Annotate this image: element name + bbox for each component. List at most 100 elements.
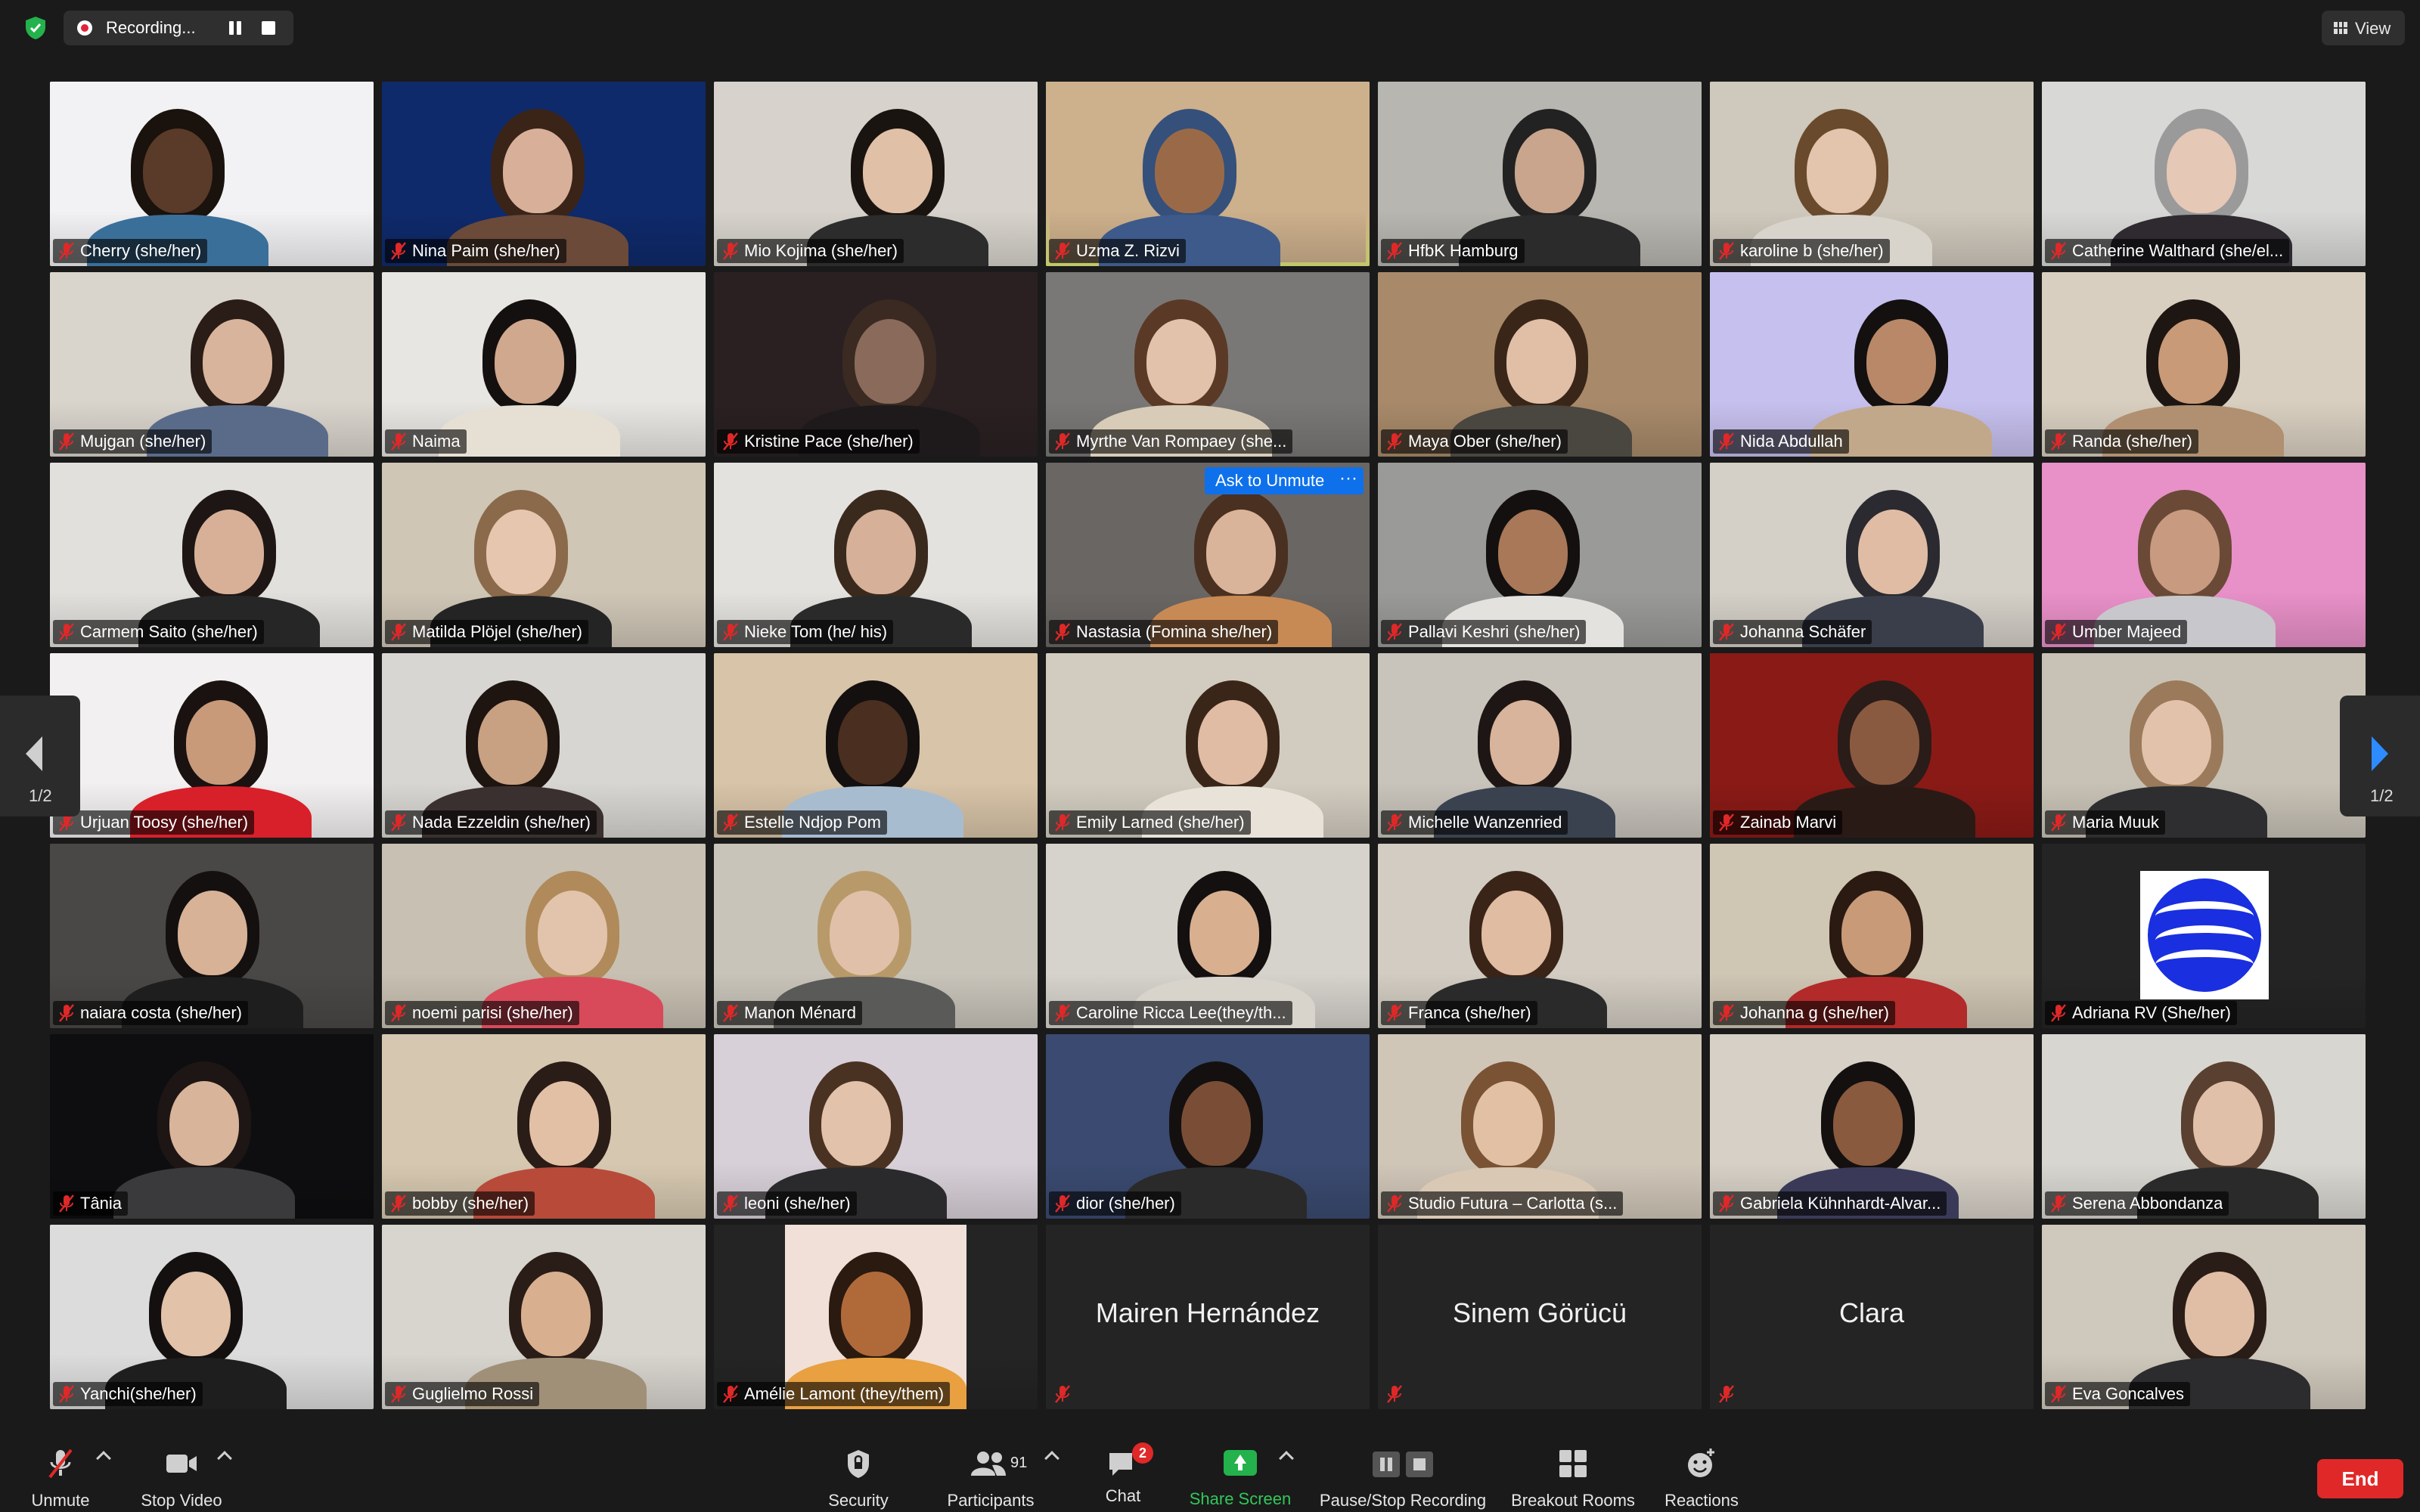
participant-name: Umber Majeed	[2072, 622, 2182, 641]
participant-tile[interactable]: Nina Paim (she/her)	[382, 82, 706, 266]
previous-page-button[interactable]: 1/2	[0, 696, 80, 816]
muted-microphone-icon	[1055, 1194, 1070, 1213]
reactions-button[interactable]: Reactions	[1656, 1447, 1747, 1510]
participant-tile[interactable]: Amélie Lamont (they/them)	[714, 1225, 1038, 1409]
breakout-rooms-button[interactable]: Breakout Rooms	[1505, 1447, 1641, 1510]
participant-face	[2142, 700, 2211, 785]
participant-tile[interactable]: Naima	[382, 272, 706, 457]
muted-microphone-icon	[59, 242, 74, 260]
participant-face	[863, 129, 932, 213]
participant-tile[interactable]: Nieke Tom (he/ his)	[714, 463, 1038, 647]
audio-options-chevron-icon[interactable]	[96, 1451, 111, 1466]
participant-tile[interactable]: Clara	[1710, 1225, 2034, 1409]
chat-button[interactable]: 2 Chat	[1089, 1442, 1157, 1506]
participant-name-tag: Myrthe Van Rompaey (she...	[1049, 429, 1293, 454]
participant-tile[interactable]: Johanna Schäfer	[1710, 463, 2034, 647]
participant-tile[interactable]: Matilda Plöjel (she/her)	[382, 463, 706, 647]
participant-name-tag: Umber Majeed	[2045, 620, 2188, 644]
participant-name: Catherine Walthard (she/el...	[2072, 241, 2284, 260]
participant-tile[interactable]: Sinem Görücü	[1378, 1225, 1702, 1409]
participant-name-tag: Maria Muuk	[2045, 810, 2165, 835]
participant-tile[interactable]: Mio Kojima (she/her)	[714, 82, 1038, 266]
participant-tile[interactable]: Maria Muuk	[2042, 653, 2366, 838]
participants-options-chevron-icon[interactable]	[1044, 1451, 1060, 1466]
pause-recording-icon[interactable]	[227, 20, 244, 36]
participant-tile[interactable]: Michelle Wanzenried	[1378, 653, 1702, 838]
encryption-shield-icon[interactable]	[23, 15, 48, 41]
participant-face	[1155, 129, 1224, 213]
participant-tile[interactable]: Franca (she/her)	[1378, 844, 1702, 1028]
participant-face	[1181, 1081, 1251, 1166]
participant-name: Franca (she/her)	[1408, 1003, 1531, 1022]
participant-name: Uzma Z. Rizvi	[1076, 241, 1180, 260]
participant-name-tag: Nida Abdullah	[1713, 429, 1849, 454]
participant-tile[interactable]: Maya Ober (she/her)	[1378, 272, 1702, 457]
muted-microphone-icon	[723, 432, 738, 451]
participant-tile[interactable]: HfbK Hamburg	[1378, 82, 1702, 266]
end-meeting-button[interactable]: End	[2317, 1459, 2403, 1498]
participant-face	[203, 319, 272, 404]
participant-tile[interactable]: Eva Goncalves	[2042, 1225, 2366, 1409]
participant-tile[interactable]: Umber Majeed	[2042, 463, 2366, 647]
participant-name: Eva Goncalves	[2072, 1384, 2184, 1403]
participant-tile[interactable]: leoni (she/her)	[714, 1034, 1038, 1219]
security-button[interactable]: Security	[817, 1447, 900, 1510]
participant-tile[interactable]: Johanna g (she/her)	[1710, 844, 2034, 1028]
participant-tile[interactable]: Nastasia (Fomina she/her) Ask to Unmute ··…	[1046, 463, 1370, 647]
participant-tile[interactable]: Zainab Marvi	[1710, 653, 2034, 838]
participant-tile[interactable]: Yanchi(she/her)	[50, 1225, 374, 1409]
participant-name: karoline b (she/her)	[1740, 241, 1884, 260]
participant-tile[interactable]: Estelle Ndjop Pom	[714, 653, 1038, 838]
stop-video-button[interactable]: Stop Video	[132, 1447, 231, 1510]
participant-tile[interactable]: Studio Futura – Carlotta (s...	[1378, 1034, 1702, 1219]
participant-tile[interactable]: Pallavi Keshri (she/her)	[1378, 463, 1702, 647]
participant-name-tag: Nastasia (Fomina she/her)	[1049, 620, 1279, 644]
pause-stop-recording-button[interactable]: Pause/Stop Recording	[1312, 1447, 1494, 1510]
participant-tile[interactable]: Nida Abdullah	[1710, 272, 2034, 457]
participant-body	[113, 1167, 295, 1219]
participant-name-tag: Zainab Marvi	[1713, 810, 1843, 835]
unmute-button[interactable]: Unmute	[23, 1447, 98, 1510]
participant-tile[interactable]: Randa (she/her)	[2042, 272, 2366, 457]
participant-tile[interactable]: Manon Ménard	[714, 844, 1038, 1028]
participant-tile[interactable]: Cherry (she/her)	[50, 82, 374, 266]
next-page-button[interactable]: 1/2	[2340, 696, 2420, 816]
participant-tile[interactable]: naiara costa (she/her)	[50, 844, 374, 1028]
participant-tile[interactable]: Uzma Z. Rizvi	[1046, 82, 1370, 266]
participant-name: Michelle Wanzenried	[1408, 813, 1562, 832]
participant-tile[interactable]: Emily Larned (she/her)	[1046, 653, 1370, 838]
participant-tile[interactable]: Kristine Pace (she/her)	[714, 272, 1038, 457]
participant-tile[interactable]: noemi parisi (she/her)	[382, 844, 706, 1028]
participant-tile[interactable]: Mujgan (she/her)	[50, 272, 374, 457]
participant-tile[interactable]: Mairen Hernández	[1046, 1225, 1370, 1409]
participant-tile[interactable]: Nada Ezzeldin (she/her)	[382, 653, 706, 838]
more-options-button[interactable]: ···	[1333, 467, 1364, 494]
participant-tile[interactable]: Urjuan Toosy (she/her)	[50, 653, 374, 838]
stop-recording-icon[interactable]	[262, 21, 275, 35]
participant-tile[interactable]: karoline b (she/her)	[1710, 82, 2034, 266]
participant-tile[interactable]: Carmem Saito (she/her)	[50, 463, 374, 647]
participant-tile[interactable]: Caroline Ricca Lee(they/th...	[1046, 844, 1370, 1028]
participants-button[interactable]: 91 Participants	[938, 1447, 1044, 1510]
participant-name: Guglielmo Rossi	[412, 1384, 534, 1403]
view-button[interactable]: View	[2322, 11, 2405, 45]
participant-tile[interactable]: Tânia	[50, 1034, 374, 1219]
participant-tile[interactable]: Adriana RV (She/her)	[2042, 844, 2366, 1028]
participant-name: Urjuan Toosy (she/her)	[80, 813, 249, 832]
participant-tile[interactable]: Catherine Walthard (she/el...	[2042, 82, 2366, 266]
participant-tile[interactable]: dior (she/her)	[1046, 1034, 1370, 1219]
ask-to-unmute-button[interactable]: Ask to Unmute	[1205, 467, 1336, 494]
participant-face	[529, 1081, 599, 1166]
muted-microphone-icon	[1719, 242, 1734, 260]
participant-tile[interactable]: Myrthe Van Rompaey (she...	[1046, 272, 1370, 457]
muted-microphone-icon	[59, 1385, 74, 1403]
participant-face	[1473, 1081, 1543, 1166]
participant-tile[interactable]: bobby (she/her)	[382, 1034, 706, 1219]
participant-tile[interactable]: Gabriela Kühnhardt-Alvar...	[1710, 1034, 2034, 1219]
participant-name-tag: Eva Goncalves	[2045, 1382, 2190, 1406]
participant-face	[1481, 891, 1551, 975]
participant-tile[interactable]: Guglielmo Rossi	[382, 1225, 706, 1409]
participant-tile[interactable]: Serena Abbondanza	[2042, 1034, 2366, 1219]
view-label: View	[2355, 19, 2391, 38]
chat-unread-badge: 2	[1132, 1442, 1153, 1464]
